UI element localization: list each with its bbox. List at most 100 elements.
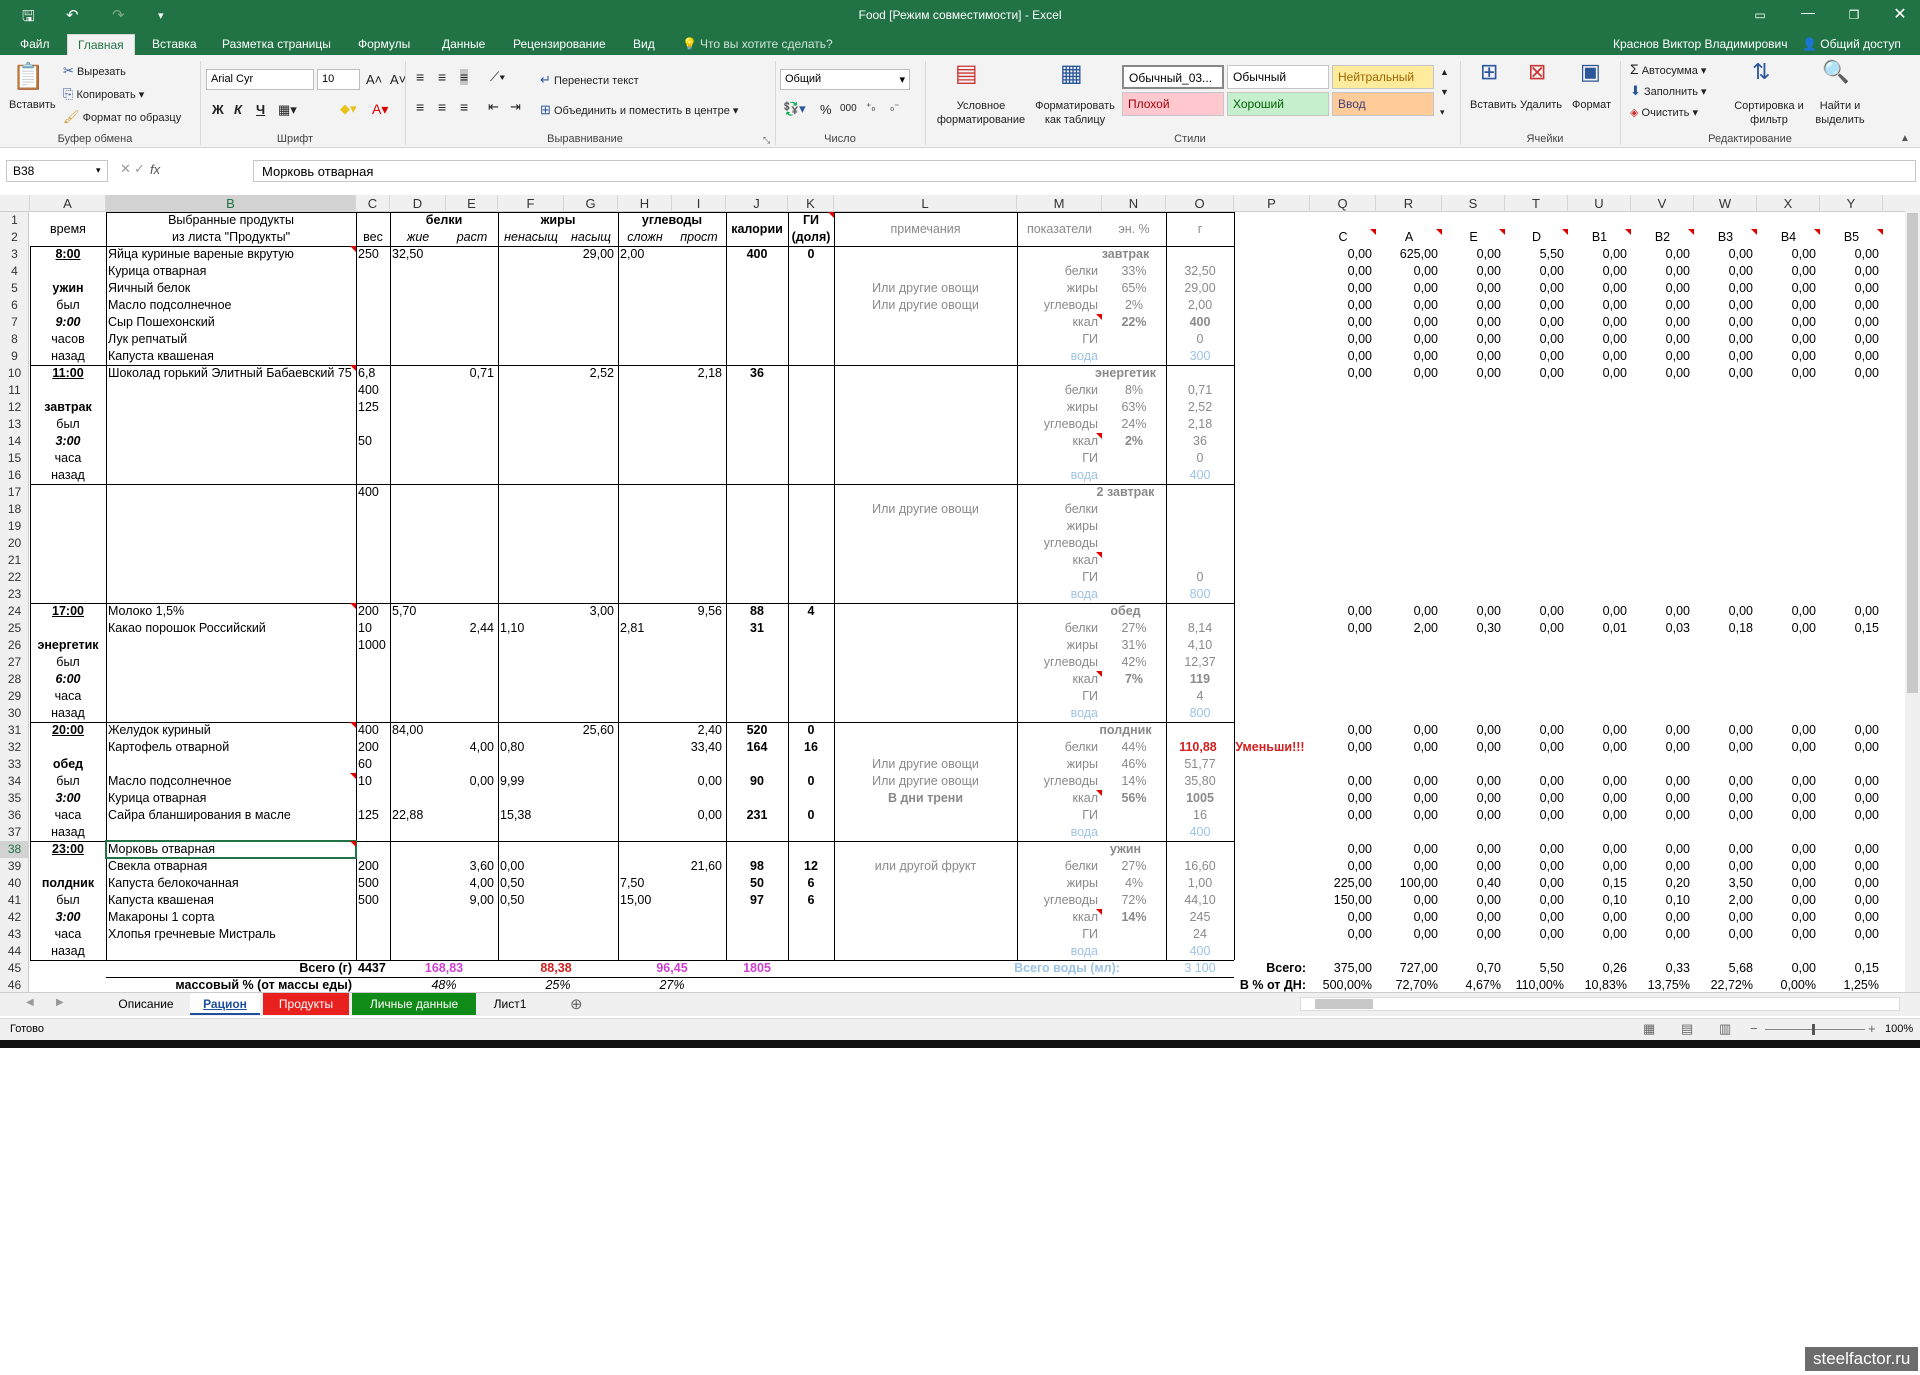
align-middle-icon[interactable]: ≡ (438, 69, 446, 85)
comment-indicator-icon[interactable] (1096, 790, 1102, 796)
cell-w7[interactable]: 0,00 (1694, 314, 1757, 331)
cell-o5[interactable]: 29,00 (1166, 280, 1234, 297)
row-header[interactable]: 32 (0, 739, 29, 756)
format-painter-button[interactable]: 🖌 Формат по образцу (63, 109, 181, 125)
cell-m26[interactable]: жиры (1017, 637, 1102, 654)
cell-a14[interactable]: 3:00 (30, 433, 106, 450)
cell-u43[interactable]: 0,00 (1568, 926, 1631, 943)
orientation-icon[interactable]: ⟋▾ (490, 69, 505, 85)
cell-q10[interactable]: 0,00 (1310, 365, 1376, 382)
cell-a36[interactable]: часа (30, 807, 106, 824)
cell-o23[interactable]: 800 (1166, 586, 1234, 603)
cell-r38[interactable]: 0,00 (1376, 841, 1442, 858)
cell-i36[interactable]: 0,00 (672, 807, 726, 824)
cell-n32[interactable]: 44% (1102, 739, 1166, 756)
cell-h1[interactable]: углеводы (618, 212, 726, 229)
cell-m31[interactable]: полдник (1017, 722, 1234, 739)
cell-e2[interactable]: раст (446, 229, 498, 246)
cell-g31[interactable]: 25,60 (564, 722, 618, 739)
cell-r25[interactable]: 2,00 (1376, 620, 1442, 637)
find-select-icon[interactable]: 🔍 (1822, 59, 1849, 85)
cell-s24[interactable]: 0,00 (1442, 603, 1505, 620)
cell-u9[interactable]: 0,00 (1568, 348, 1631, 365)
cell-m16[interactable]: вода (1017, 467, 1102, 484)
normal-view-icon[interactable]: ▦ (1643, 1021, 1655, 1037)
cell-u8[interactable]: 0,00 (1568, 331, 1631, 348)
cell-c24[interactable]: 200 (356, 603, 390, 620)
style-neutral[interactable]: Нейтральный (1332, 65, 1434, 89)
cell-c26[interactable]: 1000 (356, 637, 390, 654)
sort-filter-button[interactable]: Сортировка и фильтр (1734, 99, 1804, 127)
cell-c2[interactable]: вес (356, 229, 390, 246)
copy-button[interactable]: ⎘ Копировать ▾ (63, 86, 144, 102)
cell-m35[interactable]: ккал (1017, 790, 1102, 807)
cell-b10[interactable]: Шоколад горький Элитный Бабаевский 75 (106, 365, 356, 382)
cell-n41[interactable]: 72% (1102, 892, 1166, 909)
cell-m37[interactable]: вода (1017, 824, 1102, 841)
style-good[interactable]: Хороший (1227, 92, 1329, 116)
delete-cells-button[interactable]: Удалить (1520, 99, 1562, 111)
cell-u45[interactable]: 0,26 (1568, 960, 1631, 977)
cell-y7[interactable]: 0,00 (1820, 314, 1883, 331)
cell-c17[interactable]: 400 (356, 484, 390, 501)
cell-c33[interactable]: 60 (356, 756, 390, 773)
cell-m38[interactable]: ужин (1017, 841, 1234, 858)
cell-x36[interactable]: 0,00 (1757, 807, 1820, 824)
cell-k34[interactable]: 0 (788, 773, 834, 790)
cell-k32[interactable]: 16 (788, 739, 834, 756)
comment-indicator-icon[interactable] (350, 365, 356, 371)
cell-x3[interactable]: 0,00 (1757, 246, 1820, 263)
cell-j34[interactable]: 90 (726, 773, 788, 790)
comment-indicator-icon[interactable] (350, 722, 356, 728)
cell-k40[interactable]: 6 (788, 875, 834, 892)
number-format-combo[interactable]: Общий ▾ (780, 69, 910, 90)
cell-t45[interactable]: 5,50 (1505, 960, 1568, 977)
cell-n39[interactable]: 27% (1102, 858, 1166, 875)
cell-s25[interactable]: 0,30 (1442, 620, 1505, 637)
tab-data[interactable]: Данные (442, 37, 485, 51)
cell-m1[interactable]: показатели (1017, 212, 1102, 246)
cell-v10[interactable]: 0,00 (1631, 365, 1694, 382)
comment-indicator-icon[interactable] (1625, 229, 1631, 235)
cell-y31[interactable]: 0,00 (1820, 722, 1883, 739)
cell-v40[interactable]: 0,20 (1631, 875, 1694, 892)
cell-n14[interactable]: 2% (1102, 433, 1166, 450)
column-header[interactable]: G (564, 195, 618, 212)
comment-indicator-icon[interactable] (1562, 229, 1568, 235)
conditional-format-button[interactable]: Условное форматирование (936, 99, 1026, 127)
cell-y43[interactable]: 0,00 (1820, 926, 1883, 943)
percent-icon[interactable]: % (820, 102, 832, 117)
tab-file[interactable]: Файл (20, 37, 50, 51)
cell-b32[interactable]: Картофель отварной (106, 739, 356, 756)
cell-o27[interactable]: 12,37 (1166, 654, 1234, 671)
cell-r6[interactable]: 0,00 (1376, 297, 1442, 314)
cell-m15[interactable]: ГИ (1017, 450, 1102, 467)
cell-r9[interactable]: 0,00 (1376, 348, 1442, 365)
row-header[interactable]: 27 (0, 654, 29, 671)
cell-k36[interactable]: 0 (788, 807, 834, 824)
cell-b39[interactable]: Свекла отварная (106, 858, 356, 875)
cell-a9[interactable]: назад (30, 348, 106, 365)
cell-y36[interactable]: 0,00 (1820, 807, 1883, 824)
paste-icon[interactable]: 📋 (12, 61, 44, 92)
cancel-icon[interactable]: ✕ (120, 161, 131, 177)
cell-e39[interactable]: 3,60 (446, 858, 498, 875)
sheet-tab-lichnye-dannye[interactable]: Личные данные (352, 993, 476, 1015)
cell-l39[interactable]: или другой фрукт (834, 858, 1017, 875)
row-header[interactable]: 41 (0, 892, 29, 909)
cell-m7[interactable]: ккал (1017, 314, 1102, 331)
cell-v38[interactable]: 0,00 (1631, 841, 1694, 858)
tab-formulas[interactable]: Формулы (358, 37, 410, 51)
cell-w45[interactable]: 5,68 (1694, 960, 1757, 977)
cell-n7[interactable]: 22% (1102, 314, 1166, 331)
row-header[interactable]: 28 (0, 671, 29, 688)
function-icon[interactable]: fx (150, 162, 160, 177)
cell-q32[interactable]: 0,00 (1310, 739, 1376, 756)
cell-b36[interactable]: Сайра бланширования в масле (106, 807, 356, 824)
cell-b8[interactable]: Лук репчатый (106, 331, 356, 348)
cell-c40[interactable]: 500 (356, 875, 390, 892)
column-header[interactable]: I (672, 195, 726, 212)
cell-r5[interactable]: 0,00 (1376, 280, 1442, 297)
cell-a24[interactable]: 17:00 (30, 603, 106, 620)
cell-s9[interactable]: 0,00 (1442, 348, 1505, 365)
